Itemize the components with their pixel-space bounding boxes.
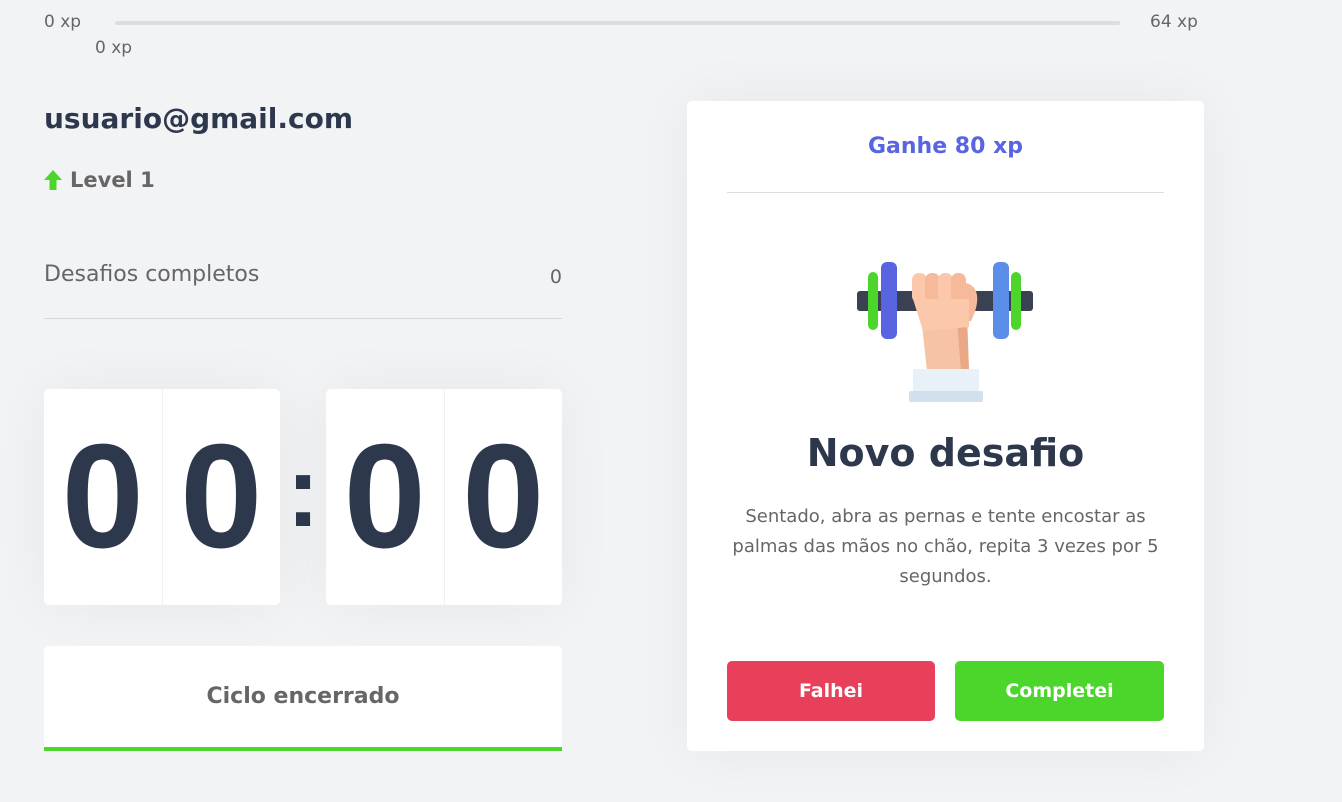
- completed-challenges-label: Desafios completos: [44, 262, 260, 287]
- xp-progress-bar: [115, 21, 1120, 25]
- failed-button[interactable]: Falhei: [727, 661, 935, 721]
- countdown: 0 0 : 0 0: [44, 389, 562, 605]
- up-arrow-icon: [44, 170, 62, 190]
- challenge-title: Novo desafio: [806, 431, 1085, 475]
- xp-min-label: 0 xp: [44, 12, 82, 32]
- challenge-description: Sentado, abra as pernas e tente encostar…: [732, 506, 1159, 587]
- xp-current-label: 0 xp: [95, 38, 133, 58]
- completed-challenges: Desafios completos 0: [44, 262, 562, 319]
- countdown-seconds: 0 0: [326, 389, 562, 605]
- user-level: Level 1: [44, 168, 155, 192]
- completed-button[interactable]: Completei: [955, 661, 1164, 721]
- minute-digit: 0: [44, 389, 163, 605]
- completed-challenges-count: 0: [549, 266, 562, 288]
- dumbbell-icon: [857, 261, 1037, 407]
- countdown-minutes: 0 0: [44, 389, 280, 605]
- countdown-separator: :: [286, 436, 320, 548]
- challenge-reward: Ganhe 80 xp: [727, 101, 1164, 193]
- xp-max-label: 64 xp: [1150, 12, 1198, 32]
- challenge-card: Ganhe 80 xp Novo desafio Sentado, abra a…: [687, 101, 1204, 751]
- second-digit: 0: [462, 414, 545, 579]
- level-label: Level 1: [70, 168, 155, 192]
- minute-digit: 0: [180, 414, 263, 579]
- second-digit: 0: [326, 389, 445, 605]
- cycle-ended-button[interactable]: Ciclo encerrado: [44, 646, 562, 751]
- user-email: usuario@gmail.com: [44, 102, 354, 135]
